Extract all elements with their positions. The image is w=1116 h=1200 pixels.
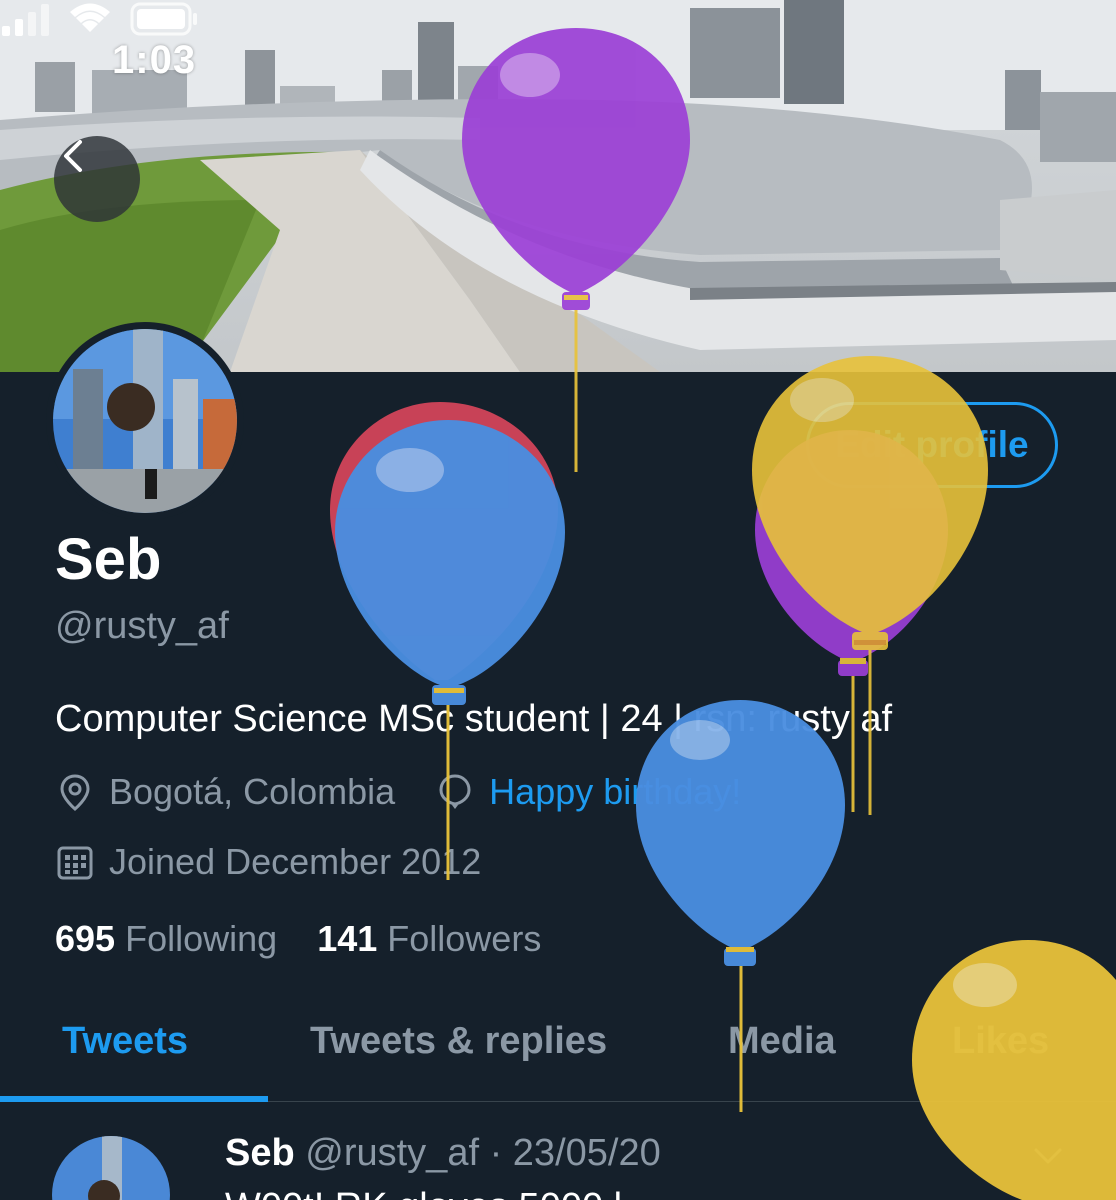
edit-profile-button[interactable]: Edit profile <box>806 402 1058 488</box>
followers-label: Followers <box>387 918 542 959</box>
profile-joined-row: Joined December 2012 <box>55 838 481 886</box>
tweet-separator: · <box>489 1132 503 1174</box>
profile-tabs: Tweets Tweets & replies Media Likes <box>0 990 1116 1102</box>
profile-banner: 1:03 <box>0 0 1116 372</box>
balloon-icon <box>439 774 471 809</box>
profile-avatar[interactable] <box>46 322 244 520</box>
tweet-avatar-photo <box>52 1136 170 1200</box>
tweet-header: Seb @rusty_af · 23/05/20 <box>225 1132 661 1175</box>
chevron-down-icon[interactable] <box>1030 1140 1066 1170</box>
profile-meta-row: Bogotá, Colombia Happy birthday! <box>55 768 741 816</box>
tweet-text: W00t! RK gloves 5000 l <box>225 1186 622 1200</box>
balloon-red <box>330 402 558 680</box>
battery-icon <box>130 2 197 36</box>
followers-link[interactable]: 141 Followers <box>317 918 541 959</box>
profile-handle: @rusty_af <box>55 605 229 647</box>
tab-media[interactable]: Media <box>728 1020 836 1063</box>
tweet-author-handle[interactable]: @rusty_af <box>305 1132 479 1174</box>
avatar-photo <box>53 329 237 513</box>
follow-counts: 695 Following 141 Followers <box>55 918 541 960</box>
tab-tweets-replies[interactable]: Tweets & replies <box>310 1020 607 1063</box>
signal-icon <box>2 4 49 36</box>
profile-location: Bogotá, Colombia <box>109 771 396 812</box>
tab-likes[interactable]: Likes <box>952 1020 1049 1063</box>
active-tab-indicator <box>0 1096 268 1102</box>
status-icons <box>2 2 197 36</box>
tweet-date[interactable]: 23/05/20 <box>513 1132 661 1174</box>
calendar-icon <box>57 846 93 880</box>
profile-bio: Computer Science MSc student | 24 | rsn:… <box>55 698 893 740</box>
wifi-icon <box>70 3 110 32</box>
tweet-author-name[interactable]: Seb <box>225 1132 295 1174</box>
birthday-link[interactable]: Happy birthday! <box>489 771 741 813</box>
chevron-left-icon <box>64 140 82 172</box>
location-icon <box>60 774 90 811</box>
following-count: 695 <box>55 918 116 959</box>
tab-tweets[interactable]: Tweets <box>62 1020 188 1063</box>
following-label: Following <box>125 918 278 959</box>
back-button[interactable] <box>54 136 140 222</box>
tweet-avatar[interactable] <box>52 1136 170 1200</box>
profile-name: Seb <box>55 527 162 592</box>
followers-count: 141 <box>317 918 378 959</box>
profile-joined: Joined December 2012 <box>109 841 482 882</box>
status-time: 1:03 <box>112 38 197 82</box>
following-link[interactable]: 695 Following <box>55 918 277 959</box>
